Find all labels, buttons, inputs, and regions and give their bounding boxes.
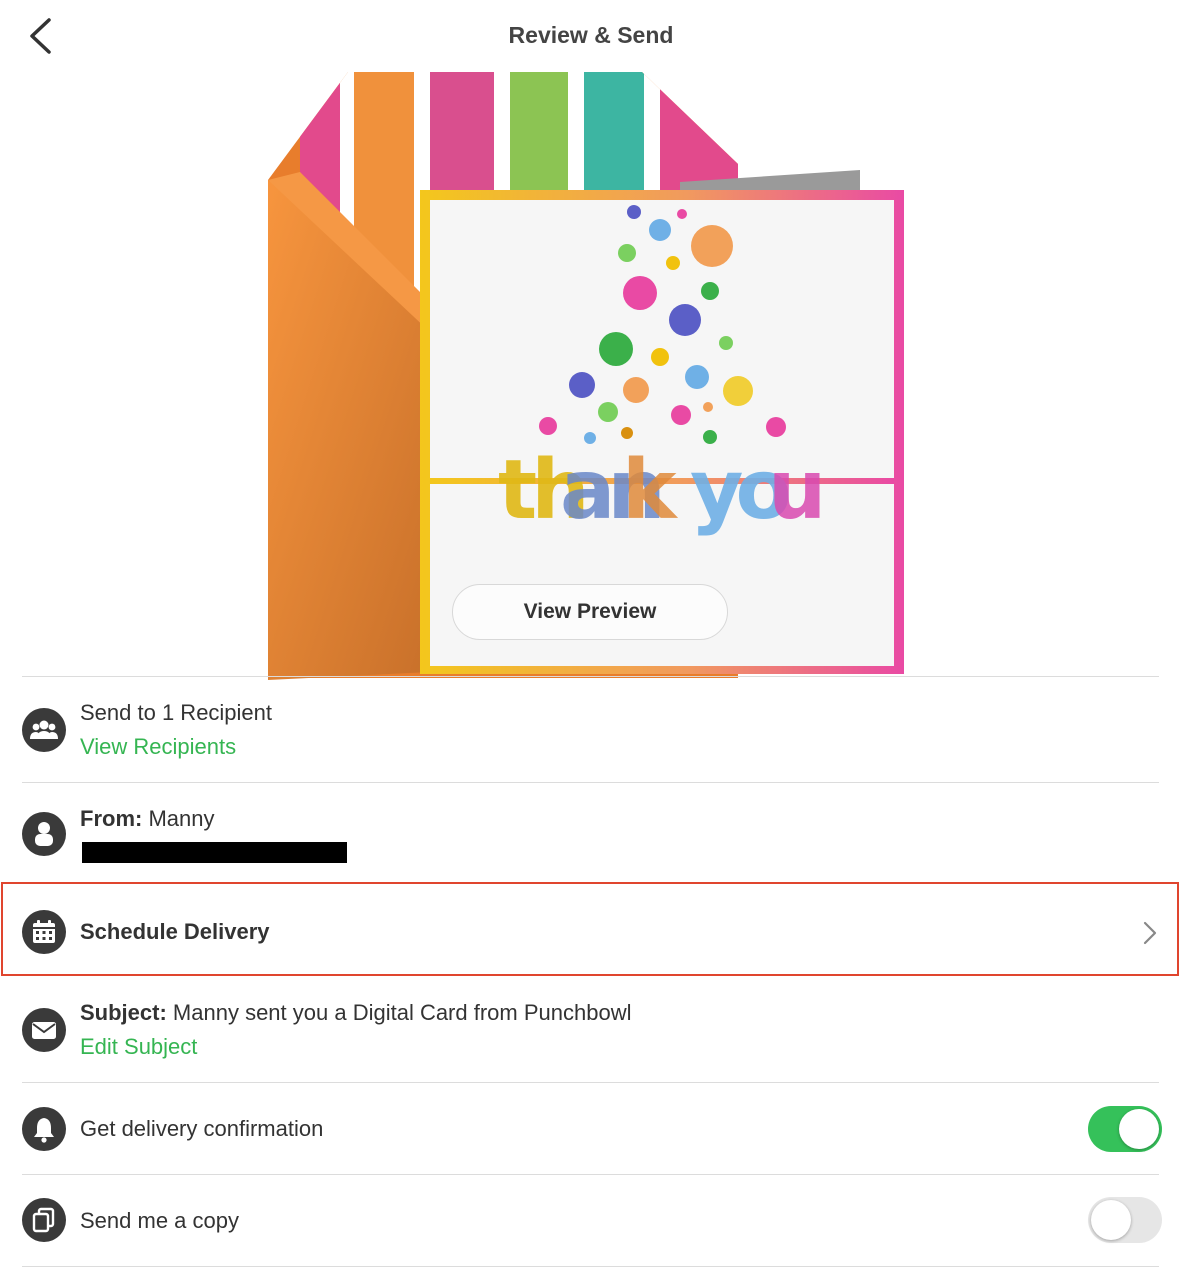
card-headline: th an k yo u bbox=[498, 443, 826, 538]
redacted-email bbox=[82, 842, 347, 863]
view-preview-button[interactable]: View Preview bbox=[452, 584, 728, 640]
divider bbox=[22, 782, 1159, 783]
person-icon bbox=[22, 812, 66, 856]
svg-text:k: k bbox=[622, 443, 679, 538]
toggle-knob bbox=[1091, 1200, 1131, 1240]
toggle-knob bbox=[1119, 1109, 1159, 1149]
from-line: From: Manny bbox=[80, 806, 215, 832]
chevron-right-icon[interactable] bbox=[1142, 920, 1158, 946]
from-name: Manny bbox=[148, 806, 215, 831]
bell-icon bbox=[22, 1107, 66, 1151]
subject-line: Subject: Manny sent you a Digital Card f… bbox=[80, 1000, 631, 1026]
group-icon bbox=[22, 708, 66, 752]
svg-text:u: u bbox=[768, 443, 826, 538]
copy-icon bbox=[22, 1198, 66, 1242]
divider bbox=[22, 1266, 1159, 1267]
subject-value: Manny sent you a Digital Card from Punch… bbox=[172, 1000, 632, 1025]
divider bbox=[22, 1174, 1159, 1175]
send-copy-label: Send me a copy bbox=[80, 1208, 239, 1233]
delivery-confirmation-label: Get delivery confirmation bbox=[80, 1116, 324, 1141]
divider bbox=[22, 676, 1159, 677]
header: Review & Send bbox=[0, 0, 1182, 72]
send-copy-toggle[interactable] bbox=[1088, 1197, 1162, 1243]
schedule-delivery-label[interactable]: Schedule Delivery bbox=[80, 919, 270, 945]
view-recipients-link[interactable]: View Recipients bbox=[80, 734, 236, 760]
from-label: From: bbox=[80, 806, 143, 831]
edit-subject-link[interactable]: Edit Subject bbox=[80, 1034, 197, 1060]
envelope-icon bbox=[22, 1008, 66, 1052]
recipient-count: Send to 1 Recipient bbox=[80, 700, 273, 725]
divider bbox=[22, 1082, 1159, 1083]
calendar-icon bbox=[22, 910, 66, 954]
delivery-confirmation-toggle[interactable] bbox=[1088, 1106, 1162, 1152]
subject-label: Subject: bbox=[80, 1000, 167, 1025]
page-title: Review & Send bbox=[508, 22, 674, 48]
